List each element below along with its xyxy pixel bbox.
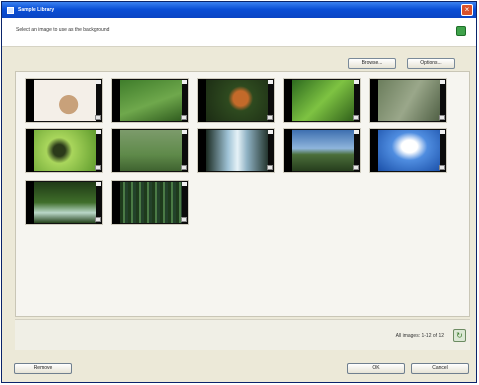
dialog-window: Sample Library × Select an image to use … [1, 1, 477, 383]
title-bar[interactable]: Sample Library × [2, 2, 476, 18]
browse-button[interactable]: Browse... [348, 58, 396, 69]
ok-button[interactable]: OK [347, 363, 405, 374]
thumbnail-image [34, 130, 97, 171]
page-info-text: All images: 1-12 of 12 [395, 333, 444, 339]
thumbnail-badge-icon [439, 115, 445, 120]
thumbnail-badge-icon [267, 165, 273, 170]
thumbnail-stream[interactable] [25, 180, 103, 225]
thumbnail-image [120, 80, 183, 121]
thumbnail-badge-icon [181, 165, 187, 170]
thumbnail-image [34, 182, 97, 223]
thumbnail-badge-icon [95, 217, 101, 222]
thumbnail-waterfall[interactable] [197, 128, 275, 173]
thumbnail-panel [15, 71, 470, 317]
thumbnail-badge-icon [95, 115, 101, 120]
thumbnail-image [120, 130, 183, 171]
thumbnail-image [120, 182, 183, 223]
window-title: Sample Library [18, 7, 55, 13]
thumbnail-image [292, 80, 355, 121]
thumbnail-sky[interactable] [369, 128, 447, 173]
thumbnail-badge-icon [353, 165, 359, 170]
close-icon: × [464, 5, 470, 14]
thumbnail-mountains[interactable] [283, 128, 361, 173]
thumbnail-image [206, 130, 269, 171]
thumbnail-badge-icon [353, 115, 359, 120]
options-button[interactable]: Options... [407, 58, 455, 69]
instruction-text: Select an image to use as the background [16, 27, 110, 33]
thumbnail-badge-icon [439, 165, 445, 170]
thumbnail-image [378, 130, 441, 171]
thumbnail-badge-icon [95, 165, 101, 170]
thumbnail-badge-icon [267, 115, 273, 120]
refresh-icon[interactable]: ↻ [453, 329, 466, 342]
header-area: Select an image to use as the background [2, 18, 476, 47]
thumbnail-bamboo[interactable] [111, 180, 189, 225]
thumbnail-image [206, 80, 269, 121]
thumbnail-badge-icon [181, 217, 187, 222]
thumbnail-bird-twig[interactable] [25, 128, 103, 173]
status-area: All images: 1-12 of 12 ↻ [15, 319, 470, 350]
thumbnail-cat[interactable] [25, 78, 103, 123]
thumbnail-bird-leaf[interactable] [283, 78, 361, 123]
remove-button[interactable]: Remove [14, 363, 72, 374]
thumbnail-bird-branch[interactable] [369, 78, 447, 123]
thumbnail-fox[interactable] [197, 78, 275, 123]
thumbnail-image [292, 130, 355, 171]
thumbnail-deer-meadow[interactable] [111, 128, 189, 173]
app-icon [7, 6, 14, 14]
thumbnail-image [378, 80, 441, 121]
thumbnail-image [34, 80, 97, 121]
thumbnail-deer[interactable] [111, 78, 189, 123]
close-button[interactable]: × [461, 4, 473, 16]
cancel-button[interactable]: Cancel [411, 363, 469, 374]
help-icon[interactable] [456, 26, 466, 36]
thumbnail-badge-icon [181, 115, 187, 120]
